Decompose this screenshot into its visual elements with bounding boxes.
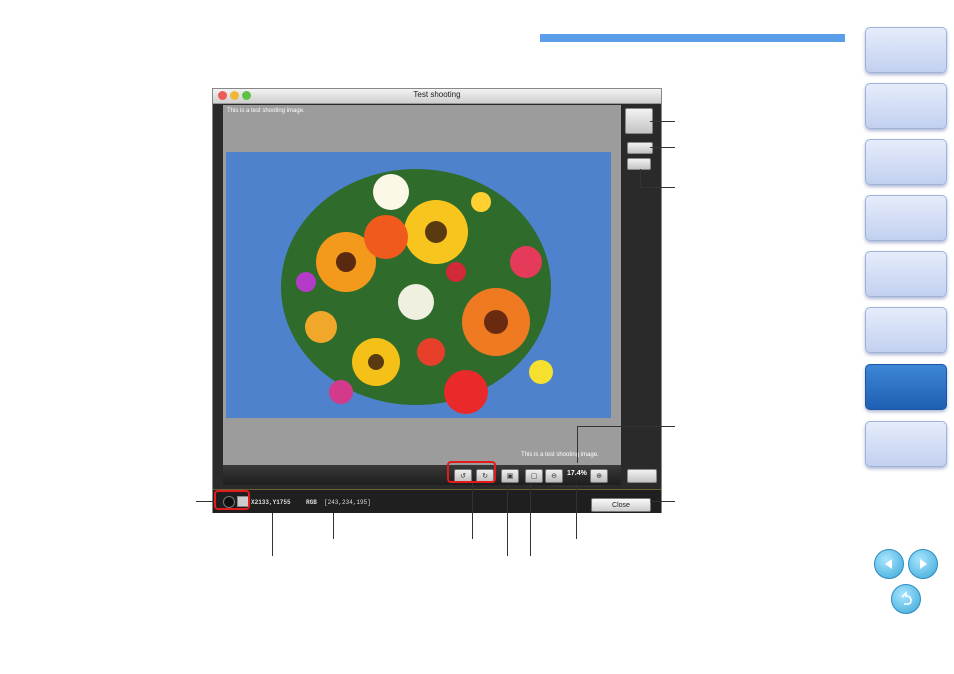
status-bar: X2133,Y1755 RGB [243,234,195] Close [213, 489, 661, 513]
nav-tab-5[interactable] [865, 251, 947, 297]
white-balance-eyedropper-button[interactable] [627, 142, 653, 154]
highlight-status-icons [214, 490, 250, 510]
callout-line [650, 121, 675, 122]
fit-to-window-icon[interactable]: ▢ [525, 469, 543, 483]
af-frame-toggle-icon[interactable]: ▣ [501, 469, 519, 483]
preview-thumbnail-button[interactable] [625, 108, 653, 134]
image-toolbar: ↺ ↻ ▣ ▢ ⊖ 17.4% ⊕ [223, 465, 621, 485]
callout-line [530, 484, 531, 556]
nav-tab-4[interactable] [865, 195, 947, 241]
callout-line [650, 501, 675, 502]
blank-side-button[interactable] [627, 469, 657, 483]
callout-line [551, 486, 601, 487]
callout-line [576, 484, 577, 539]
cursor-coordinates: X2133,Y1755 [251, 499, 291, 506]
test-shooting-window: Test shooting This is a test shooting im… [212, 88, 662, 513]
callout-line [640, 187, 675, 188]
nav-tab-3[interactable] [865, 139, 947, 185]
canvas-note-bottom: This is a test shooting image. [521, 452, 599, 458]
nav-tab-7-active[interactable] [865, 364, 947, 410]
callout-line [333, 513, 334, 539]
callout-line [196, 501, 214, 502]
callout-line [472, 483, 473, 539]
canvas-note-top: This is a test shooting image. [227, 108, 305, 114]
rgb-label: RGB [306, 499, 317, 506]
nav-tab-8[interactable] [865, 421, 947, 467]
adjustment-settings-button[interactable] [627, 158, 651, 170]
highlight-rotate-buttons [447, 461, 496, 483]
window-title: Test shooting [413, 90, 461, 99]
callout-line [577, 426, 578, 463]
zoom-in-icon[interactable]: ⊕ [590, 469, 608, 483]
window-titlebar: Test shooting [213, 89, 661, 104]
callout-line [272, 513, 273, 556]
callout-line [577, 426, 675, 427]
test-shot-photo [226, 152, 611, 418]
close-button[interactable]: Close [591, 498, 651, 512]
nav-tab-1[interactable] [865, 27, 947, 73]
nav-tab-6[interactable] [865, 307, 947, 353]
next-page-icon[interactable] [908, 549, 938, 579]
return-icon[interactable] [891, 584, 921, 614]
image-canvas[interactable]: This is a test shooting image. This is a… [223, 105, 621, 465]
prev-page-icon[interactable] [874, 549, 904, 579]
rgb-value: [243,234,195] [324, 499, 371, 506]
callout-line [650, 147, 675, 148]
zoom-out-icon[interactable]: ⊖ [545, 469, 563, 483]
flower-bouquet-image [226, 152, 611, 418]
header-accent-bar [540, 34, 845, 42]
callout-line [507, 484, 508, 556]
nav-tab-2[interactable] [865, 83, 947, 129]
zoom-level: 17.4% [567, 470, 587, 477]
callout-line [640, 169, 641, 187]
